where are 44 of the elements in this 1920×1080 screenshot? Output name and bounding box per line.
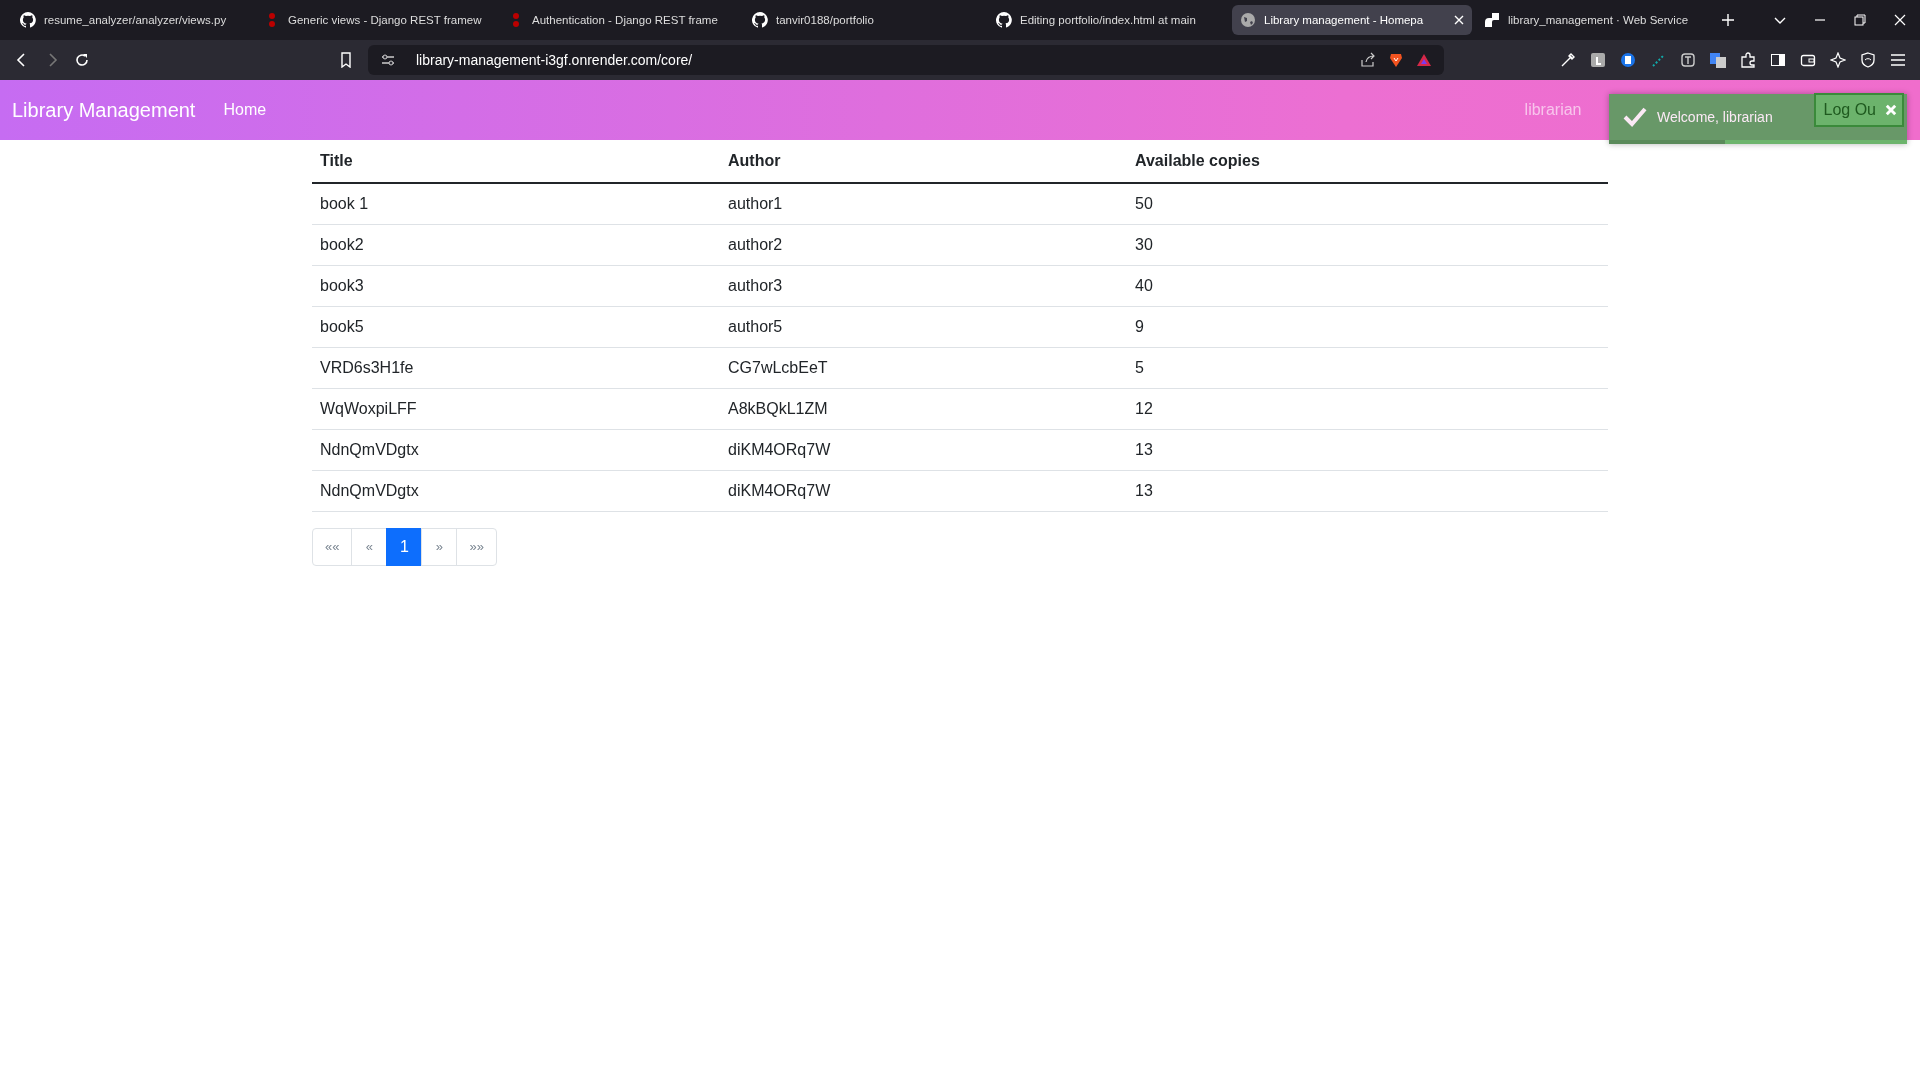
table-cell-text: WqWoxpiLFF [319,399,418,419]
table-cell-text: diKM4ORq7W [727,440,832,460]
table-cell-text: 40 [1134,276,1154,296]
address-bar[interactable]: library-management-i3gf.onrender.com/core/ [368,45,1444,75]
table-cell-text: 13 [1134,481,1154,501]
table-cell-text: 30 [1134,235,1154,255]
column-header: Title [319,151,354,171]
browser-tab[interactable]: tanvir0188/portfolio [744,5,984,35]
table-cell-text: author3 [727,276,784,296]
table-cell-text: 13 [1134,440,1154,460]
logout-button[interactable]: Log Ou [1813,93,1904,127]
url-text: library-management-i3gf.onrender.com/core/ [416,52,693,68]
table-cell-text: VRD6s3H1fe [319,358,415,378]
browser-tab[interactable]: Generic views - Django REST framew [256,5,496,35]
table-cell-text: 9 [1134,317,1145,337]
table-cell-text: book2 [319,235,365,255]
browser-tab[interactable]: Authentication - Django REST frame [500,5,740,35]
table-cell-text: 12 [1134,399,1154,419]
column-header: Available copies [1134,151,1261,171]
page-link[interactable]: «« [312,528,353,566]
table-cell-text: book5 [319,317,365,337]
table-cell-text: diKM4ORq7W [727,481,832,501]
page-link[interactable]: » [421,528,458,566]
table-cell-text: 50 [1134,194,1154,214]
table-cell-text: CG7wLcbEeT [727,358,829,378]
column-header: Author [727,151,782,171]
browser-tab[interactable]: Editing portfolio/index.html at main [988,5,1228,35]
table-cell-text: author5 [727,317,784,337]
browser-tab[interactable]: Library management - Homepa [1232,5,1472,35]
browser-tab[interactable]: resume_analyzer/analyzer/views.py [12,5,252,35]
table-cell-text: author2 [727,235,784,255]
nav-link[interactable]: Home [223,101,267,119]
page-link[interactable]: 1 [386,528,423,566]
table-cell-text: book 1 [319,194,370,214]
toast-message: Welcome, librarian [1657,109,1773,125]
table-cell-text: NdnQmVDgtx [319,440,420,460]
page-link[interactable]: »» [456,528,497,566]
table-cell-text: book3 [319,276,365,296]
table-cell-text: 5 [1134,358,1145,378]
table-cell-text: A8kBQkL1ZM [727,399,829,419]
table-cell-text: author1 [727,194,784,214]
brand-link[interactable]: Library Management [12,98,196,122]
table-cell-text: NdnQmVDgtx [319,481,420,501]
browser-tab[interactable]: library_management · Web Service [1476,5,1716,35]
